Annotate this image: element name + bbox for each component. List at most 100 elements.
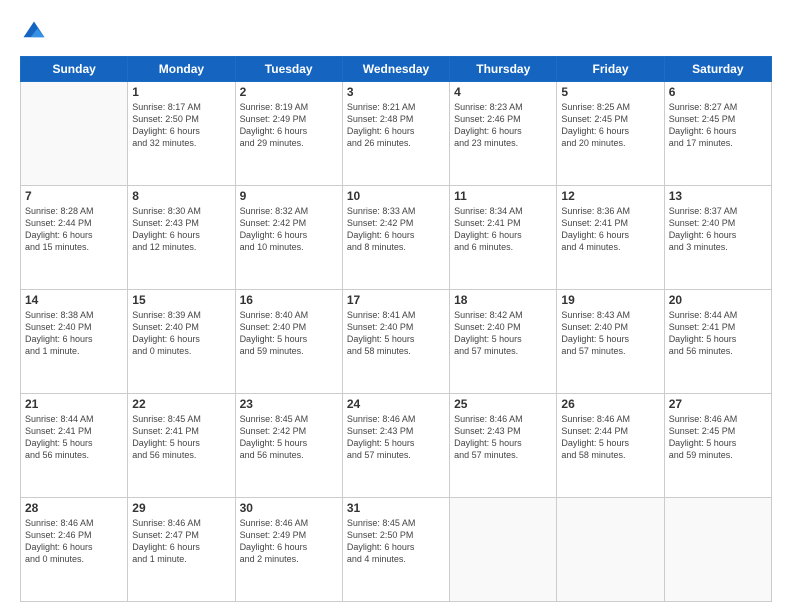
day-number: 1 — [132, 85, 230, 99]
day-info: Sunrise: 8:46 AM Sunset: 2:44 PM Dayligh… — [561, 413, 659, 462]
day-number: 29 — [132, 501, 230, 515]
day-header-friday: Friday — [557, 57, 664, 82]
day-number: 13 — [669, 189, 767, 203]
day-number: 7 — [25, 189, 123, 203]
day-cell: 30 Sunrise: 8:46 AM Sunset: 2:49 PM Dayli… — [235, 498, 342, 602]
day-cell: 11 Sunrise: 8:34 AM Sunset: 2:41 PM Dayli… — [450, 186, 557, 290]
day-header-monday: Monday — [128, 57, 235, 82]
week-row-2: 14 Sunrise: 8:38 AM Sunset: 2:40 PM Dayli… — [21, 290, 772, 394]
day-cell: 28Sunrise: 8:46 AM Sunset: 2:46 PM Dayli… — [21, 498, 128, 602]
day-info: Sunrise: 8:17 AM Sunset: 2:50 PM Dayligh… — [132, 101, 230, 150]
day-cell: 8Sunrise: 8:30 AM Sunset: 2:43 PM Daylig… — [128, 186, 235, 290]
day-number: 22 — [132, 397, 230, 411]
day-cell: 22Sunrise: 8:45 AM Sunset: 2:41 PM Dayli… — [128, 394, 235, 498]
week-row-4: 28Sunrise: 8:46 AM Sunset: 2:46 PM Dayli… — [21, 498, 772, 602]
day-number: 2 — [240, 85, 338, 99]
day-number: 26 — [561, 397, 659, 411]
day-cell: 5Sunrise: 8:25 AM Sunset: 2:45 PM Daylig… — [557, 82, 664, 186]
day-cell: 19 Sunrise: 8:43 AM Sunset: 2:40 PM Dayli… — [557, 290, 664, 394]
day-number: 14 — [25, 293, 123, 307]
day-info: Sunrise: 8:32 AM Sunset: 2:42 PM Dayligh… — [240, 205, 338, 254]
day-number: 30 — [240, 501, 338, 515]
page: SundayMondayTuesdayWednesdayThursdayFrid… — [0, 0, 792, 612]
day-cell: 31 Sunrise: 8:45 AM Sunset: 2:50 PM Dayli… — [342, 498, 449, 602]
week-row-1: 7 Sunrise: 8:28 AM Sunset: 2:44 PM Daylig… — [21, 186, 772, 290]
day-cell: 20Sunrise: 8:44 AM Sunset: 2:41 PM Dayli… — [664, 290, 771, 394]
day-cell: 29 Sunrise: 8:46 AM Sunset: 2:47 PM Dayli… — [128, 498, 235, 602]
day-info: Sunrise: 8:41 AM Sunset: 2:40 PM Dayligh… — [347, 309, 445, 358]
day-cell: 18 Sunrise: 8:42 AM Sunset: 2:40 PM Dayli… — [450, 290, 557, 394]
header-row: SundayMondayTuesdayWednesdayThursdayFrid… — [21, 57, 772, 82]
day-cell: 21 Sunrise: 8:44 AM Sunset: 2:41 PM Dayli… — [21, 394, 128, 498]
day-cell: 6Sunrise: 8:27 AM Sunset: 2:45 PM Daylig… — [664, 82, 771, 186]
day-header-saturday: Saturday — [664, 57, 771, 82]
day-cell: 2 Sunrise: 8:19 AM Sunset: 2:49 PM Daylig… — [235, 82, 342, 186]
day-header-tuesday: Tuesday — [235, 57, 342, 82]
day-cell: 4 Sunrise: 8:23 AM Sunset: 2:46 PM Daylig… — [450, 82, 557, 186]
day-info: Sunrise: 8:42 AM Sunset: 2:40 PM Dayligh… — [454, 309, 552, 358]
day-cell: 13 Sunrise: 8:37 AM Sunset: 2:40 PM Dayli… — [664, 186, 771, 290]
day-info: Sunrise: 8:25 AM Sunset: 2:45 PM Dayligh… — [561, 101, 659, 150]
day-info: Sunrise: 8:46 AM Sunset: 2:45 PM Dayligh… — [669, 413, 767, 462]
day-number: 10 — [347, 189, 445, 203]
day-number: 18 — [454, 293, 552, 307]
day-info: Sunrise: 8:46 AM Sunset: 2:47 PM Dayligh… — [132, 517, 230, 566]
week-row-3: 21 Sunrise: 8:44 AM Sunset: 2:41 PM Dayli… — [21, 394, 772, 498]
day-number: 11 — [454, 189, 552, 203]
day-number: 16 — [240, 293, 338, 307]
day-number: 24 — [347, 397, 445, 411]
day-cell: 27Sunrise: 8:46 AM Sunset: 2:45 PM Dayli… — [664, 394, 771, 498]
logo-icon — [20, 18, 48, 46]
day-number: 8 — [132, 189, 230, 203]
day-cell — [21, 82, 128, 186]
day-cell: 24 Sunrise: 8:46 AM Sunset: 2:43 PM Dayli… — [342, 394, 449, 498]
day-info: Sunrise: 8:46 AM Sunset: 2:43 PM Dayligh… — [454, 413, 552, 462]
day-cell: 16 Sunrise: 8:40 AM Sunset: 2:40 PM Dayli… — [235, 290, 342, 394]
day-info: Sunrise: 8:38 AM Sunset: 2:40 PM Dayligh… — [25, 309, 123, 358]
day-info: Sunrise: 8:34 AM Sunset: 2:41 PM Dayligh… — [454, 205, 552, 254]
day-number: 4 — [454, 85, 552, 99]
day-header-sunday: Sunday — [21, 57, 128, 82]
day-number: 31 — [347, 501, 445, 515]
day-cell: 23 Sunrise: 8:45 AM Sunset: 2:42 PM Dayli… — [235, 394, 342, 498]
day-info: Sunrise: 8:23 AM Sunset: 2:46 PM Dayligh… — [454, 101, 552, 150]
day-info: Sunrise: 8:46 AM Sunset: 2:49 PM Dayligh… — [240, 517, 338, 566]
day-info: Sunrise: 8:36 AM Sunset: 2:41 PM Dayligh… — [561, 205, 659, 254]
day-cell: 1 Sunrise: 8:17 AM Sunset: 2:50 PM Daylig… — [128, 82, 235, 186]
day-number: 19 — [561, 293, 659, 307]
day-info: Sunrise: 8:43 AM Sunset: 2:40 PM Dayligh… — [561, 309, 659, 358]
day-cell: 17 Sunrise: 8:41 AM Sunset: 2:40 PM Dayli… — [342, 290, 449, 394]
day-info: Sunrise: 8:37 AM Sunset: 2:40 PM Dayligh… — [669, 205, 767, 254]
day-number: 21 — [25, 397, 123, 411]
day-cell: 9 Sunrise: 8:32 AM Sunset: 2:42 PM Daylig… — [235, 186, 342, 290]
day-info: Sunrise: 8:46 AM Sunset: 2:43 PM Dayligh… — [347, 413, 445, 462]
day-info: Sunrise: 8:40 AM Sunset: 2:40 PM Dayligh… — [240, 309, 338, 358]
day-info: Sunrise: 8:33 AM Sunset: 2:42 PM Dayligh… — [347, 205, 445, 254]
day-info: Sunrise: 8:44 AM Sunset: 2:41 PM Dayligh… — [25, 413, 123, 462]
day-cell: 7 Sunrise: 8:28 AM Sunset: 2:44 PM Daylig… — [21, 186, 128, 290]
logo — [20, 18, 52, 46]
day-info: Sunrise: 8:46 AM Sunset: 2:46 PM Dayligh… — [25, 517, 123, 566]
day-cell: 12 Sunrise: 8:36 AM Sunset: 2:41 PM Dayli… — [557, 186, 664, 290]
day-cell: 25Sunrise: 8:46 AM Sunset: 2:43 PM Dayli… — [450, 394, 557, 498]
day-info: Sunrise: 8:45 AM Sunset: 2:50 PM Dayligh… — [347, 517, 445, 566]
day-header-wednesday: Wednesday — [342, 57, 449, 82]
day-number: 15 — [132, 293, 230, 307]
day-number: 17 — [347, 293, 445, 307]
day-info: Sunrise: 8:27 AM Sunset: 2:45 PM Dayligh… — [669, 101, 767, 150]
day-number: 3 — [347, 85, 445, 99]
day-info: Sunrise: 8:45 AM Sunset: 2:42 PM Dayligh… — [240, 413, 338, 462]
day-info: Sunrise: 8:21 AM Sunset: 2:48 PM Dayligh… — [347, 101, 445, 150]
day-cell: 15Sunrise: 8:39 AM Sunset: 2:40 PM Dayli… — [128, 290, 235, 394]
day-info: Sunrise: 8:19 AM Sunset: 2:49 PM Dayligh… — [240, 101, 338, 150]
week-row-0: 1 Sunrise: 8:17 AM Sunset: 2:50 PM Daylig… — [21, 82, 772, 186]
day-number: 9 — [240, 189, 338, 203]
day-cell — [557, 498, 664, 602]
header — [20, 18, 772, 46]
day-info: Sunrise: 8:28 AM Sunset: 2:44 PM Dayligh… — [25, 205, 123, 254]
day-number: 23 — [240, 397, 338, 411]
day-cell: 3 Sunrise: 8:21 AM Sunset: 2:48 PM Daylig… — [342, 82, 449, 186]
day-cell: 26 Sunrise: 8:46 AM Sunset: 2:44 PM Dayli… — [557, 394, 664, 498]
day-cell — [450, 498, 557, 602]
day-number: 12 — [561, 189, 659, 203]
